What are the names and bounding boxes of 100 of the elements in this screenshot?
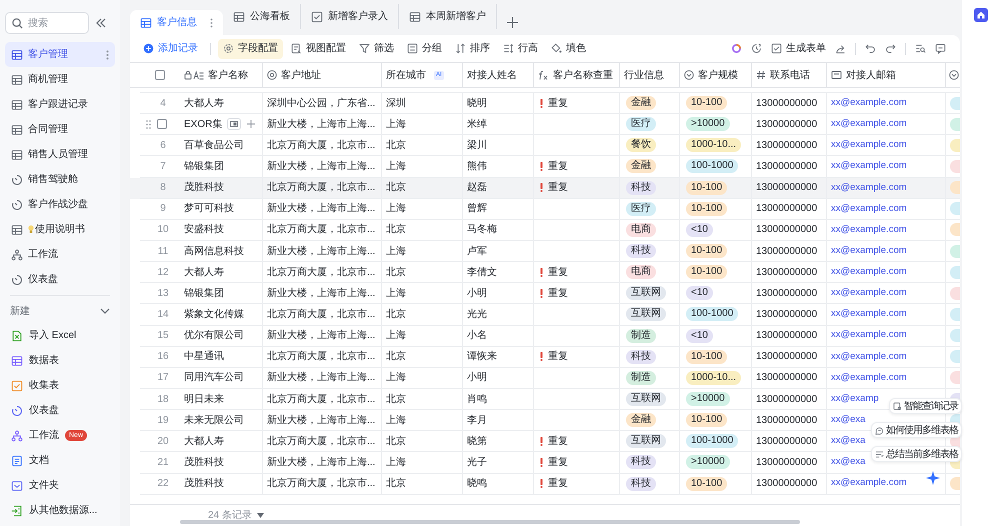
table-cell-text: 卢军: [467, 244, 487, 259]
tag: 互联网: [626, 392, 666, 406]
tag: 科技: [626, 476, 656, 491]
table-cell-text: 上海: [386, 414, 406, 428]
address-text: 北京万商大厦，北京市...: [267, 180, 376, 196]
table-cell-text: 小明: [467, 370, 487, 386]
table-cell-text: 北京: [386, 180, 406, 196]
address-text: 北京万商大厦，北京市...: [267, 434, 376, 449]
tag: 制造: [626, 370, 656, 385]
tag: 100-1000: [686, 307, 738, 322]
table-cell-text: 上海: [386, 328, 406, 344]
customer-name: 茂胜科技: [184, 180, 224, 196]
customer-name: EXOR集: [184, 118, 222, 132]
phone-number: 13000000000: [756, 223, 818, 238]
row-number: 16: [157, 350, 169, 364]
address-text: 北京万商大厦，北京市...: [267, 392, 376, 407]
tag: 制造: [626, 328, 656, 343]
address-text: 新业大楼，上海市上海...: [267, 414, 376, 428]
table-cell-text: 上海: [386, 160, 406, 174]
row-number: 11: [157, 244, 169, 259]
customer-name: 大都人寿: [184, 96, 224, 111]
tag: >10000: [686, 392, 730, 406]
tag: 100-1000: [686, 159, 738, 174]
table-cell-text: 北京: [386, 138, 406, 153]
phone-number: 13000000000: [756, 202, 818, 216]
tag: 金融: [626, 96, 656, 110]
table-cell-text: 李月: [467, 414, 487, 428]
phone-number: 13000000000: [756, 138, 818, 153]
customer-name: 明日未来: [184, 392, 224, 407]
tag: 1000-10...: [686, 370, 742, 385]
tag: 电商: [626, 222, 656, 237]
phone-number: 13000000000: [756, 181, 818, 196]
address-text: 北京万商大厦，北京市...: [267, 222, 376, 238]
tag: 100-1000: [686, 434, 738, 448]
tag: 医疗: [626, 202, 656, 216]
phone-number: 13000000000: [756, 392, 818, 407]
row-number: 6: [159, 138, 167, 153]
duplicate-label: 重复: [548, 456, 568, 470]
phone-number: 13000000000: [756, 118, 818, 132]
table-cell-text: 北京: [386, 308, 406, 322]
address-text: 北京万商大厦，北京市...: [267, 476, 376, 492]
table-cell-text: 小明: [467, 286, 487, 301]
address-text: 新业大楼，上海市上海...: [267, 456, 376, 470]
address-text: 新业大楼，上海市上海...: [267, 244, 376, 259]
table-cell-text: 米绰: [467, 118, 487, 132]
customer-name: 紫象文化传媒: [184, 308, 244, 322]
phone-number: 13000000000: [756, 266, 818, 280]
customer-name: 大都人寿: [184, 266, 224, 280]
phone-number: 13000000000: [756, 160, 818, 174]
tag: 科技: [626, 455, 656, 470]
tag: 10-100: [686, 476, 728, 491]
tag: 10-100: [686, 244, 728, 258]
tag: 金融: [626, 159, 656, 174]
phone-number: 13000000000: [756, 371, 818, 386]
customer-name: 同用汽车公司: [184, 370, 244, 386]
tag: >10000: [686, 455, 730, 470]
table-cell-text: 李倩文: [467, 266, 497, 280]
row-number: 18: [157, 392, 169, 407]
table-cell-text: 晓明: [467, 96, 487, 111]
table-cell-text: 上海: [386, 244, 406, 259]
phone-number: 13000000000: [756, 350, 818, 364]
customer-name: 大都人寿: [184, 434, 224, 449]
tag: 1000-10...: [686, 138, 742, 152]
tag: 10-100: [686, 180, 728, 195]
row-number: 14: [157, 308, 169, 322]
phone-number: 13000000000: [756, 434, 818, 449]
address-text: 北京万商大厦，北京市...: [267, 308, 376, 322]
table-cell-text: 光子: [467, 456, 487, 470]
address-text: 新业大楼，上海市上海...: [267, 370, 376, 386]
duplicate-label: 重复: [548, 160, 568, 174]
customer-name: 安盛科技: [184, 222, 224, 238]
tag: <10: [686, 328, 713, 343]
customer-name: 锦银集团: [184, 286, 224, 301]
tag: 医疗: [626, 117, 656, 132]
tag: 10-100: [686, 202, 728, 216]
table-cell-text: 熊伟: [467, 160, 487, 174]
tag: 餐饮: [626, 138, 656, 152]
row-number: 7: [159, 160, 167, 174]
table-cell-text: 深圳: [386, 96, 406, 111]
tag: 金融: [626, 413, 656, 428]
table-cell-text: 梁川: [467, 138, 487, 153]
row-number: 20: [157, 434, 169, 449]
table-cell-text: 上海: [386, 286, 406, 301]
table-cell-text: 谭恢来: [467, 350, 497, 364]
tag: 互联网: [626, 286, 666, 300]
table-cell-text: 小名: [467, 328, 487, 344]
table-cell-text: 曾辉: [467, 202, 487, 216]
address-text: 新业大楼，上海市上海...: [267, 328, 376, 344]
phone-number: 13000000000: [756, 329, 818, 344]
row-number: 12: [157, 266, 169, 280]
customer-name: 茂胜科技: [184, 456, 224, 470]
table-cell-text: 北京: [386, 222, 406, 238]
table-cell-text: 马冬梅: [467, 222, 497, 238]
duplicate-label: 重复: [548, 350, 568, 364]
section-label: 新建: [10, 304, 30, 318]
table-cell-text: 北京: [386, 476, 406, 492]
table-cell-text: 上海: [386, 202, 406, 216]
table-cell-text: 北京: [386, 392, 406, 407]
table-cell-text: 北京: [386, 434, 406, 449]
table-cell-text: 上海: [386, 118, 406, 132]
